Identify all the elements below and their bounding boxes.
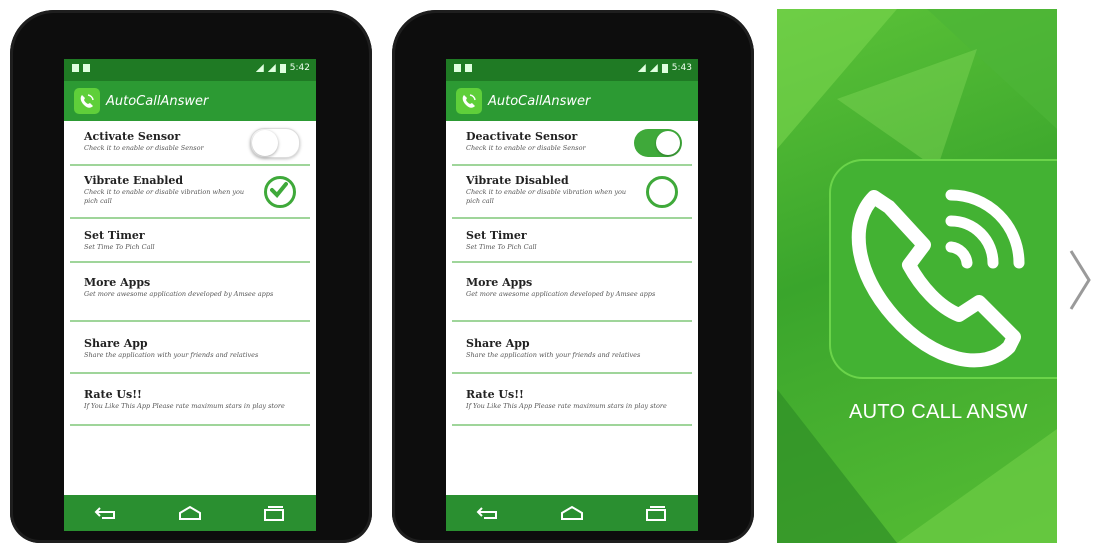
row-subtitle: Get more awesome application developed b… xyxy=(84,290,274,298)
list-item-sensor[interactable]: Activate Sensor Check it to enable or di… xyxy=(70,121,310,166)
back-icon[interactable] xyxy=(476,505,500,521)
row-subtitle: Get more awesome application developed b… xyxy=(466,290,656,298)
nav-bar xyxy=(64,495,316,531)
phone-screenshot-2: 5:43 AutoCallAnswer Deactivate Sensor Ch… xyxy=(392,10,754,543)
row-subtitle: Check it to enable or disable vibration … xyxy=(466,188,627,205)
row-title: Rate Us!! xyxy=(84,388,142,401)
action-bar: AutoCallAnswer xyxy=(64,81,316,121)
action-bar: AutoCallAnswer xyxy=(446,81,698,121)
app-icon-large xyxy=(829,159,1057,379)
app-screen: 5:43 AutoCallAnswer Deactivate Sensor Ch… xyxy=(446,59,698,531)
row-title: Rate Us!! xyxy=(466,388,524,401)
settings-list: Deactivate Sensor Check it to enable or … xyxy=(446,121,698,426)
app-logo-icon xyxy=(74,88,100,114)
vibrate-checkbox[interactable] xyxy=(264,175,296,208)
promo-graphic: AUTO CALL ANSW xyxy=(777,9,1057,543)
list-item-rate[interactable]: Rate Us!! If You Like This App Please ra… xyxy=(70,374,310,426)
row-subtitle: Set Time To Pich Call xyxy=(466,243,537,251)
chevron-right-icon[interactable] xyxy=(1065,245,1095,315)
app-screen: 5:42 AutoCallAnswer Activate Sensor Chec… xyxy=(64,59,316,531)
row-title: More Apps xyxy=(84,276,151,289)
row-title: Set Timer xyxy=(84,229,145,242)
promo-label: AUTO CALL ANSW xyxy=(849,401,1028,423)
toggle-knob xyxy=(252,129,278,156)
row-title: Share App xyxy=(466,337,530,350)
sensor-toggle[interactable] xyxy=(250,127,300,158)
list-item-share[interactable]: Share App Share the application with you… xyxy=(70,322,310,374)
nav-bar xyxy=(446,495,698,531)
notification-icon xyxy=(83,64,90,72)
list-item-more-apps[interactable]: More Apps Get more awesome application d… xyxy=(70,263,310,322)
battery-icon xyxy=(661,63,668,73)
list-item-more-apps[interactable]: More Apps Get more awesome application d… xyxy=(452,263,692,322)
row-subtitle: Set Time To Pich Call xyxy=(84,243,155,251)
list-item-rate[interactable]: Rate Us!! If You Like This App Please ra… xyxy=(452,374,692,426)
app-title: AutoCallAnswer xyxy=(488,93,591,109)
list-item-share[interactable]: Share App Share the application with you… xyxy=(452,322,692,374)
row-subtitle: Check it to enable or disable vibration … xyxy=(84,188,245,205)
status-time: 5:43 xyxy=(671,63,692,73)
status-time: 5:42 xyxy=(289,63,310,73)
signal-icon xyxy=(637,64,646,72)
app-title: AutoCallAnswer xyxy=(106,93,209,109)
home-icon[interactable] xyxy=(559,505,585,521)
app-logo-icon xyxy=(456,88,482,114)
signal-icon xyxy=(255,64,264,72)
row-subtitle: Check it to enable or disable Sensor xyxy=(466,144,586,152)
list-item-timer[interactable]: Set Timer Set Time To Pich Call xyxy=(70,219,310,263)
recents-icon[interactable] xyxy=(262,505,286,521)
row-subtitle: If You Like This App Please rate maximum… xyxy=(84,402,285,410)
signal-icon xyxy=(267,64,276,72)
list-item-vibrate[interactable]: Vibrate Enabled Check it to enable or di… xyxy=(70,166,310,219)
row-title: More Apps xyxy=(466,276,533,289)
row-subtitle: If You Like This App Please rate maximum… xyxy=(466,402,667,410)
row-title: Share App xyxy=(84,337,148,350)
notification-icon xyxy=(454,64,461,72)
checkmark-icon xyxy=(270,181,288,198)
back-icon[interactable] xyxy=(94,505,118,521)
list-item-vibrate[interactable]: Vibrate Disabled Check it to enable or d… xyxy=(452,166,692,219)
signal-icon xyxy=(649,64,658,72)
toggle-knob xyxy=(656,130,680,155)
row-title: Set Timer xyxy=(466,229,527,242)
notification-icon xyxy=(72,64,79,72)
status-bar: 5:43 xyxy=(446,59,698,81)
list-item-timer[interactable]: Set Timer Set Time To Pich Call xyxy=(452,219,692,263)
sensor-toggle[interactable] xyxy=(634,128,682,157)
settings-list: Activate Sensor Check it to enable or di… xyxy=(64,121,316,426)
notification-icon xyxy=(465,64,472,72)
battery-icon xyxy=(279,63,286,73)
status-bar: 5:42 xyxy=(64,59,316,81)
list-item-sensor[interactable]: Deactivate Sensor Check it to enable or … xyxy=(452,121,692,166)
phone-screenshot-1: 5:42 AutoCallAnswer Activate Sensor Chec… xyxy=(10,10,372,543)
recents-icon[interactable] xyxy=(644,505,668,521)
vibrate-checkbox[interactable] xyxy=(646,175,678,208)
row-subtitle: Share the application with your friends … xyxy=(84,351,259,359)
row-subtitle: Check it to enable or disable Sensor xyxy=(84,144,204,152)
phone-call-icon xyxy=(851,189,1025,368)
home-icon[interactable] xyxy=(177,505,203,521)
row-subtitle: Share the application with your friends … xyxy=(466,351,641,359)
